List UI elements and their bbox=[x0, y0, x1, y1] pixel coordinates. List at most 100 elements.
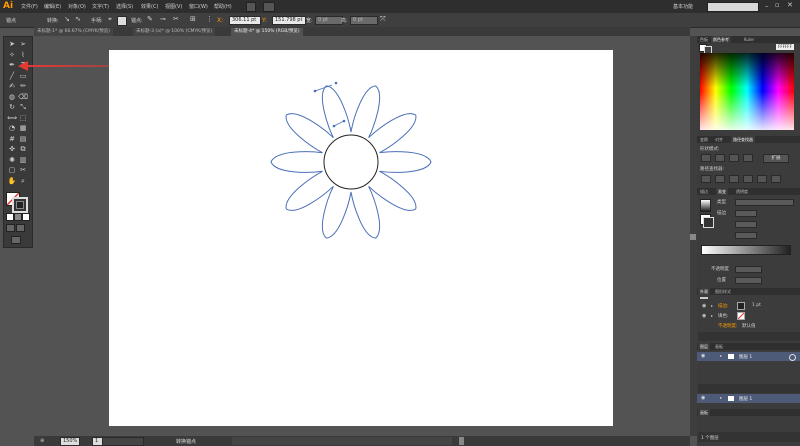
minimize-icon[interactable]: – bbox=[765, 2, 769, 10]
exclude-icon[interactable] bbox=[743, 154, 753, 162]
gradient-mode-icon[interactable] bbox=[14, 213, 22, 221]
hand-tool-icon[interactable]: ✋ bbox=[7, 177, 17, 186]
tab-swatches[interactable]: 色板 bbox=[698, 36, 710, 43]
tab-graphic-styles[interactable]: 图形样式 bbox=[713, 288, 733, 295]
none-mode-icon[interactable] bbox=[22, 213, 30, 221]
unite-icon[interactable] bbox=[701, 154, 711, 162]
gradient-stroke-buttons[interactable] bbox=[735, 210, 757, 217]
transform-icon[interactable]: ⋮ bbox=[206, 15, 213, 23]
line-tool-icon[interactable]: ╱ bbox=[7, 72, 17, 81]
y-field[interactable]: 151.798 pt bbox=[272, 16, 306, 25]
bridge-icon[interactable] bbox=[246, 2, 256, 12]
layer-name-2[interactable]: 图层 1 bbox=[739, 396, 752, 402]
close-icon[interactable]: ✕ bbox=[787, 1, 793, 9]
tab-artboards[interactable]: 画板 bbox=[713, 343, 725, 350]
expand-arrow-icon[interactable]: ▸ bbox=[711, 303, 713, 308]
isolate-icon[interactable]: ⤧ bbox=[380, 15, 386, 24]
divide-icon[interactable] bbox=[701, 175, 711, 183]
symbol-sprayer-tool-icon[interactable]: ✺ bbox=[7, 156, 17, 165]
expand-button[interactable]: 扩展 bbox=[763, 154, 789, 163]
tab-gradient[interactable]: 渐变 bbox=[716, 188, 728, 195]
menu-object[interactable]: 对象(O) bbox=[68, 3, 86, 10]
expand-arrow-icon[interactable]: ▸ bbox=[720, 353, 722, 358]
remove-anchor-icon[interactable]: ✎ bbox=[147, 15, 153, 23]
tab-transparency[interactable]: 透明度 bbox=[734, 188, 750, 195]
gradient-thumbnail[interactable] bbox=[700, 199, 711, 212]
rotate-tool-icon[interactable]: ↻ bbox=[7, 103, 17, 112]
vertical-scroll-thumb[interactable] bbox=[690, 234, 696, 240]
screen-mode-icon[interactable] bbox=[11, 236, 21, 244]
draw-normal-icon[interactable] bbox=[6, 224, 15, 232]
lasso-tool-icon[interactable]: ⌇ bbox=[18, 51, 28, 60]
merge-icon[interactable] bbox=[729, 175, 739, 183]
bezier-handle-point[interactable] bbox=[332, 124, 336, 128]
expand-arrow-icon[interactable]: ▸ bbox=[711, 313, 713, 318]
menu-view[interactable]: 视图(V) bbox=[165, 3, 182, 10]
gradient-stroke-box[interactable] bbox=[703, 217, 714, 228]
menu-window[interactable]: 窗口(W) bbox=[189, 3, 208, 10]
gradient-tool-icon[interactable]: ▤ bbox=[18, 135, 28, 144]
color-spectrum[interactable] bbox=[700, 53, 794, 130]
hide-handles-icon[interactable] bbox=[117, 16, 127, 26]
blend-tool-icon[interactable]: ⧉ bbox=[18, 145, 28, 154]
artboard-tool-icon[interactable]: ▢ bbox=[7, 166, 17, 175]
gradient-type-select[interactable] bbox=[735, 199, 794, 206]
horizontal-scrollbar[interactable] bbox=[232, 437, 452, 445]
flower-artwork[interactable] bbox=[260, 75, 450, 255]
flower-center-circle[interactable] bbox=[323, 134, 379, 190]
trim-icon[interactable] bbox=[715, 175, 725, 183]
minus-back-icon[interactable] bbox=[771, 175, 781, 183]
appearance-opacity-label[interactable]: 不透明度: bbox=[718, 323, 738, 329]
convert-smooth-icon[interactable]: ∿ bbox=[75, 15, 81, 23]
maximize-icon[interactable]: ▫ bbox=[775, 1, 780, 9]
show-handles-icon[interactable]: ⌖ bbox=[108, 15, 112, 24]
visibility-eye-icon[interactable]: ◉ bbox=[701, 395, 705, 401]
free-transform-tool-icon[interactable]: ⬚ bbox=[18, 114, 28, 123]
intersect-icon[interactable] bbox=[729, 154, 739, 162]
tab-color-guide[interactable]: 颜色参考 bbox=[711, 36, 731, 43]
expand-arrow-icon[interactable]: ▸ bbox=[720, 395, 722, 400]
color-hex-field[interactable]: FFFFFF bbox=[776, 44, 794, 50]
selection-tool-icon[interactable]: ➤ bbox=[7, 40, 17, 49]
tab-document-4[interactable]: 未标题-4* @ 150% (RGB/预览) bbox=[231, 28, 303, 36]
bezier-handle-point[interactable] bbox=[342, 119, 346, 123]
color-mode-icon[interactable] bbox=[6, 213, 14, 221]
outline-icon[interactable] bbox=[757, 175, 767, 183]
blob-brush-tool-icon[interactable]: ◍ bbox=[7, 93, 17, 102]
slice-tool-icon[interactable]: ✂ bbox=[18, 166, 28, 175]
menu-type[interactable]: 文字(T) bbox=[92, 3, 109, 10]
bezier-handle-point[interactable] bbox=[334, 81, 338, 85]
search-input[interactable] bbox=[707, 2, 759, 12]
appearance-fill-swatch[interactable] bbox=[737, 312, 745, 320]
gradient-aspect-field[interactable] bbox=[735, 232, 757, 239]
bezier-handle-point[interactable] bbox=[313, 89, 317, 93]
tab-pathfinder[interactable]: 路径查找器 bbox=[731, 136, 755, 143]
workspace-switcher[interactable]: 基本功能 bbox=[673, 3, 693, 10]
flower-petal-path[interactable] bbox=[270, 85, 432, 239]
tab-layers[interactable]: 图层 bbox=[698, 343, 710, 350]
width-tool-icon[interactable]: ⟺ bbox=[7, 114, 17, 123]
layer-target-icon[interactable] bbox=[789, 354, 796, 361]
magic-wand-tool-icon[interactable]: ✧ bbox=[7, 51, 17, 60]
minus-front-icon[interactable] bbox=[715, 154, 725, 162]
pencil-tool-icon[interactable]: ✏ bbox=[18, 82, 28, 91]
tab-artboards-2[interactable]: 画板 bbox=[698, 409, 710, 416]
eyedropper-tool-icon[interactable]: ✜ bbox=[7, 145, 17, 154]
zoom-field[interactable]: 150% bbox=[60, 437, 80, 446]
tab-appearance[interactable]: 外观 bbox=[698, 288, 710, 295]
align-icon[interactable]: ⊞ bbox=[190, 15, 196, 23]
visibility-eye-icon[interactable]: ◉ bbox=[702, 313, 706, 319]
convert-corner-icon[interactable]: ↘ bbox=[64, 15, 70, 23]
stroke-swatch[interactable] bbox=[12, 197, 28, 213]
menu-effect[interactable]: 效果(C) bbox=[141, 3, 158, 10]
tab-stroke[interactable]: 描边 bbox=[698, 188, 710, 195]
tab-document-1[interactable]: 未标题-1* @ 66.67% (CMYK/预览) bbox=[34, 28, 113, 36]
scale-tool-icon[interactable]: ⤡ bbox=[18, 103, 28, 112]
eraser-tool-icon[interactable]: ⌫ bbox=[18, 93, 28, 102]
pen-tool-icon[interactable]: ✒ bbox=[7, 61, 17, 70]
menu-help[interactable]: 帮助(H) bbox=[214, 3, 232, 10]
appearance-stroke-value[interactable]: 1 pt bbox=[752, 303, 761, 308]
crop-icon[interactable] bbox=[743, 175, 753, 183]
gradient-location-field[interactable] bbox=[735, 277, 762, 284]
horizontal-scroll-thumb[interactable] bbox=[459, 437, 464, 445]
